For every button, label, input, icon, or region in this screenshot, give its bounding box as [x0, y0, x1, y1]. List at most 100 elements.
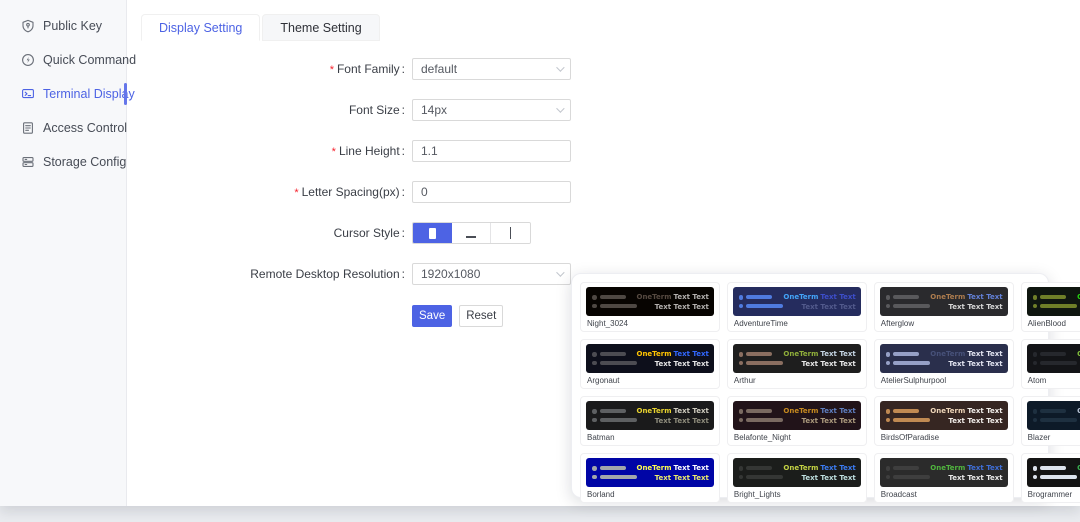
theme-card-arthur[interactable]: OneTermText TextText Text TextArthur [727, 339, 867, 389]
preview-bar [746, 352, 772, 356]
tab-theme-setting[interactable]: Theme Setting [262, 14, 379, 41]
preview-text: OneTermText TextText Text Text [783, 463, 855, 483]
theme-card-alienblood[interactable]: OneTermText TextText Text TextAlienBlood [1021, 282, 1080, 332]
sidebar-item-storage-config[interactable]: Storage Config [0, 145, 126, 179]
preview-bar [600, 466, 626, 470]
cursor-style-underline[interactable] [452, 223, 491, 243]
save-button[interactable]: Save [412, 305, 452, 327]
sidebar-item-quick-command[interactable]: Quick Command [0, 43, 126, 77]
field-label-text: Font Size [349, 103, 400, 117]
theme-card-belafonte-night[interactable]: OneTermText TextText Text Text Belafonte_… [727, 396, 867, 446]
brand-text: OneTerm [637, 293, 672, 301]
sidebar-item-public-key[interactable]: Public Key [0, 9, 126, 43]
preview-bar [600, 475, 637, 479]
tab-bar: Display SettingTheme Setting [141, 14, 380, 41]
theme-card-bright-lights[interactable]: OneTermText TextText Text TextBright_Lig… [727, 453, 867, 503]
preview-text: OneTermText TextText Text Text [637, 349, 709, 369]
preview-row [1033, 418, 1078, 423]
form-row-line-height: *Line Height:1.1 [141, 140, 741, 162]
preview-bar [1040, 352, 1066, 356]
preview-dot [739, 361, 744, 366]
preview-row [1033, 352, 1078, 357]
preview-row [886, 304, 931, 309]
line-height-input[interactable]: 1.1 [412, 140, 571, 162]
field-label-text: Cursor Style [334, 226, 400, 240]
cursor-bar-icon [510, 227, 512, 239]
font-family-select[interactable]: default [412, 58, 571, 80]
preview-line1: OneTermText Text [930, 292, 1002, 302]
cursor-style-bar[interactable] [491, 223, 530, 243]
theme-card-adventuretime[interactable]: OneTermText TextText Text TextAdventureT… [727, 282, 867, 332]
theme-preview: OneTermText TextText Text Text [733, 401, 861, 430]
preview-dot [1033, 418, 1038, 423]
theme-card-brogrammer[interactable]: OneTermText TextText Text TextBrogrammer [1021, 453, 1080, 503]
preview-dot [592, 418, 597, 423]
theme-card-broadcast[interactable]: OneTermText TextText Text TextBroadcast [874, 453, 1014, 503]
remote-desktop-resolution-select[interactable]: 1920x1080 [412, 263, 571, 285]
preview-ui-blocks [1033, 466, 1078, 479]
theme-card-ateliersulphurpool[interactable]: OneTermText TextText Text TextAtelierSul… [874, 339, 1014, 389]
preview-row [739, 361, 784, 366]
theme-card-night-3024[interactable]: OneTermText TextText Text TextNight_3024 [580, 282, 720, 332]
tab-display-setting[interactable]: Display Setting [141, 14, 260, 41]
theme-preview: OneTermText TextText Text Text [586, 287, 714, 316]
preview-dot [739, 409, 744, 414]
cursor-block-icon [429, 228, 436, 239]
theme-name: BirdsOfParadise [880, 433, 1008, 442]
theme-name: Afterglow [880, 319, 1008, 328]
line1-text: Text Text [967, 350, 1002, 358]
preview-bar [600, 352, 626, 356]
form-row-cursor-style: Cursor Style: [141, 222, 741, 244]
reset-button[interactable]: Reset [459, 305, 503, 327]
select-value: default [421, 62, 556, 76]
brand-text: OneTerm [637, 464, 672, 472]
theme-name: AtelierSulphurpool [880, 376, 1008, 385]
preview-dot [886, 409, 891, 414]
brand-text: OneTerm [637, 407, 672, 415]
brand-text: OneTerm [637, 350, 672, 358]
required-marker: * [294, 187, 298, 199]
brand-text: OneTerm [783, 350, 818, 358]
theme-card-atom[interactable]: OneTermText TextText Text TextAtom [1021, 339, 1080, 389]
theme-card-birdsofparadise[interactable]: OneTermText TextText Text TextBirdsOfPar… [874, 396, 1014, 446]
preview-text: OneTermText TextText Text Text [783, 292, 855, 312]
preview-row [886, 409, 931, 414]
preview-dot [592, 295, 597, 300]
brand-text: OneTerm [930, 407, 965, 415]
public-key-icon [21, 19, 35, 33]
preview-row [1033, 466, 1078, 471]
preview-bar [600, 304, 637, 308]
cursor-style-block[interactable] [413, 223, 452, 243]
preview-dot [886, 304, 891, 309]
preview-ui-blocks [592, 466, 637, 479]
preview-row [739, 409, 784, 414]
theme-card-batman[interactable]: OneTermText TextText Text TextBatman [580, 396, 720, 446]
theme-card-borland[interactable]: OneTermText TextText Text TextBorland [580, 453, 720, 503]
select-value: 14px [421, 103, 556, 117]
theme-card-argonaut[interactable]: OneTermText TextText Text TextArgonaut [580, 339, 720, 389]
preview-line1: OneTermText Text [637, 406, 709, 416]
field-label: Cursor Style: [141, 226, 405, 240]
sidebar-item-access-control[interactable]: Access Control [0, 111, 126, 145]
theme-card-blazer[interactable]: OneTermText TextText Text TextBlazer [1021, 396, 1080, 446]
theme-name: Belafonte_Night [733, 433, 861, 442]
preview-bar [893, 418, 930, 422]
letter-spacing-px-input[interactable]: 0 [412, 181, 571, 203]
preview-ui-blocks [592, 409, 637, 422]
preview-dot [739, 295, 744, 300]
preview-row [739, 418, 784, 423]
sidebar-item-terminal-display[interactable]: Terminal Display [0, 77, 126, 111]
preview-line2: Text Text Text [930, 416, 1002, 426]
theme-preview: OneTermText TextText Text Text [586, 344, 714, 373]
sidebar: Public KeyQuick CommandTerminal DisplayA… [0, 0, 127, 506]
preview-line1: OneTermText Text [637, 349, 709, 359]
preview-line2: Text Text Text [637, 416, 709, 426]
theme-card-afterglow[interactable]: OneTermText TextText Text TextAfterglow [874, 282, 1014, 332]
preview-row [592, 418, 637, 423]
field-label: Remote Desktop Resolution: [141, 267, 405, 281]
preview-bar [1040, 466, 1066, 470]
preview-bar [893, 304, 930, 308]
preview-row [886, 295, 931, 300]
font-size-select[interactable]: 14px [412, 99, 571, 121]
preview-row [739, 466, 784, 471]
